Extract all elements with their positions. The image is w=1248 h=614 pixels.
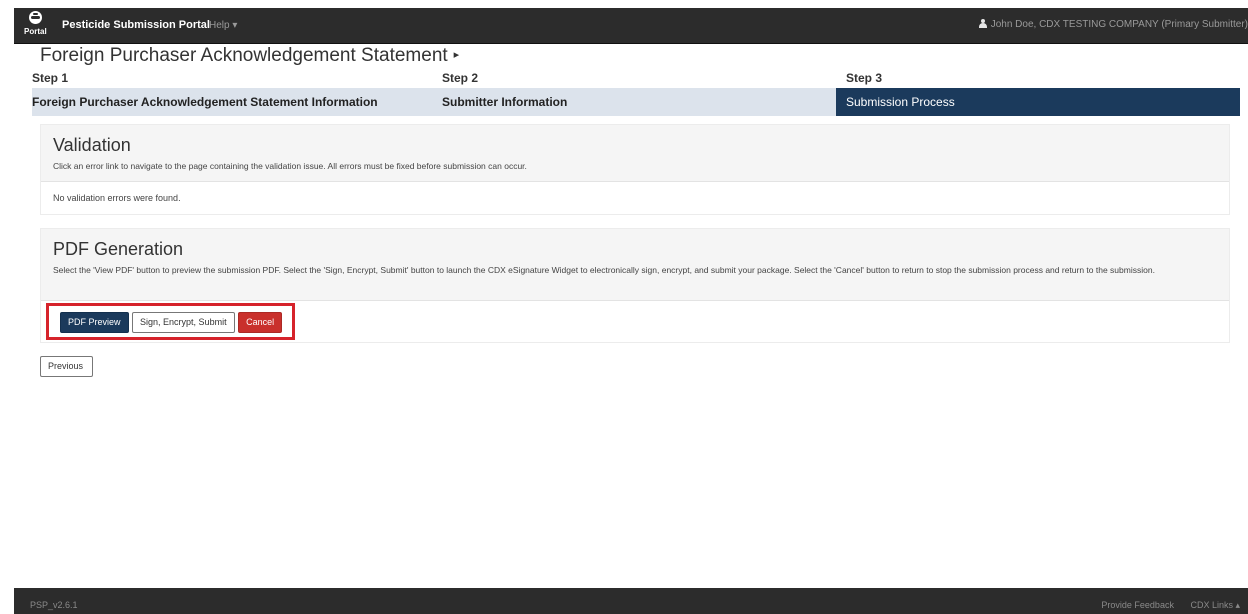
step-2-label: Step 2 [442,71,479,85]
previous-button[interactable]: Previous [40,356,93,377]
app-title[interactable]: Pesticide Submission Portal [62,19,210,31]
validation-description: Click an error link to navigate to the p… [53,161,527,171]
validation-heading: Validation [53,135,131,155]
logo-word: Portal [24,27,47,36]
portal-logo[interactable]: Portal [24,11,48,41]
footer-links: Provide Feedback CDX Links ▴ [1087,600,1240,611]
top-navbar: Portal Pesticide Submission Portal Help … [14,8,1248,44]
step-3-label: Step 3 [846,71,883,85]
highlight-annotation [46,303,295,340]
validation-result: No validation errors were found. [53,193,181,203]
page-title: Foreign Purchaser Acknowledgement Statem… [40,45,459,67]
pdf-header: PDF Generation Select the 'View PDF' but… [41,229,1229,301]
validation-body: No validation errors were found. [41,182,1229,214]
cdx-links-menu[interactable]: CDX Links ▴ [1190,600,1240,610]
pdf-heading: PDF Generation [53,239,184,259]
pdf-description: Select the 'View PDF' button to preview … [53,265,1155,275]
version-label: PSP_v2.6.1 [30,600,78,610]
user-name: John Doe, CDX TESTING COMPANY (Primary S… [990,19,1248,30]
steps-progress-bar: Foreign Purchaser Acknowledgement Statem… [32,88,1240,116]
validation-panel: Validation Click an error link to naviga… [40,124,1230,215]
help-menu[interactable]: Help ▾ [209,20,237,31]
step-1-label: Step 1 [32,71,69,85]
step-labels: Step 1 Step 2 Step 3 [32,71,1240,87]
step-1-name[interactable]: Foreign Purchaser Acknowledgement Statem… [32,88,436,116]
step-2-name[interactable]: Submitter Information [442,88,836,116]
step-3-name[interactable]: Submission Process [836,88,1240,116]
footer: PSP_v2.6.1 Provide Feedback CDX Links ▴ [14,588,1248,614]
caret-right-icon[interactable]: ▸ [454,49,460,61]
page-title-text: Foreign Purchaser Acknowledgement Statem… [40,45,448,66]
provide-feedback-link[interactable]: Provide Feedback [1101,600,1174,610]
user-menu[interactable]: John Doe, CDX TESTING COMPANY (Primary S… [978,19,1248,30]
globe-icon [29,11,42,24]
validation-header: Validation Click an error link to naviga… [41,125,1229,182]
user-icon [978,19,987,28]
